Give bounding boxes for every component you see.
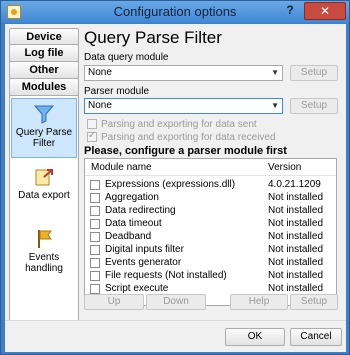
parse-sent-option[interactable]: Parsing and exporting for data sent <box>87 119 257 131</box>
module-checkbox[interactable] <box>90 180 100 190</box>
parse-received-checkbox[interactable] <box>87 130 97 143</box>
module-checkbox[interactable] <box>90 245 100 255</box>
module-name: Data timeout <box>105 218 162 229</box>
parse-sent-label: Parsing and exporting for data sent <box>101 119 257 130</box>
col-version[interactable]: Version <box>268 159 301 176</box>
module-name: Aggregation <box>105 192 159 203</box>
close-button[interactable]: ✕ <box>304 2 346 20</box>
flag-icon <box>38 230 52 248</box>
list-item[interactable]: Digital inputs filter Not installed <box>85 244 336 256</box>
parser-value: None <box>88 100 112 111</box>
module-name: File requests (Not installed) <box>105 270 227 281</box>
module-version: Not installed <box>268 244 324 255</box>
nav-item-events-handling[interactable]: Events handling <box>11 224 77 284</box>
parse-received-option[interactable]: Parsing and exporting for data received <box>87 130 276 144</box>
parser-label: Parser module <box>84 86 150 97</box>
title-bar: Configuration options ? ✕ <box>1 1 349 23</box>
config-window: Configuration options ? ✕ Device Log fil… <box>0 0 350 355</box>
warning-text: Please, configure a parser module first <box>84 145 287 157</box>
down-button[interactable]: Down <box>146 294 206 310</box>
module-list[interactable]: Module name Version Expressions (express… <box>84 158 337 306</box>
export-icon <box>35 169 53 186</box>
parse-received-label: Parsing and exporting for data received <box>101 132 276 143</box>
list-item[interactable]: Data redirecting Not installed <box>85 205 336 217</box>
data-query-select[interactable]: None ▼ <box>84 65 283 81</box>
module-setup-button[interactable]: Setup <box>290 294 338 310</box>
module-name: Expressions (expressions.dll) <box>105 179 236 190</box>
module-version: Not installed <box>268 218 324 229</box>
list-item[interactable]: Expressions (expressions.dll) 4.0.21.1209 <box>85 179 336 191</box>
list-item[interactable]: Events generator Not installed <box>85 257 336 269</box>
module-version: Not installed <box>268 231 324 242</box>
nav-item-label: Data export <box>18 190 70 201</box>
module-version: Not installed <box>268 192 324 203</box>
funnel-icon <box>33 105 55 124</box>
dialog-client: Device Log file Other Modules Query Pars… <box>5 24 346 352</box>
module-name: Deadband <box>105 231 152 242</box>
module-name: Digital inputs filter <box>105 244 184 255</box>
list-item[interactable]: Data timeout Not installed <box>85 218 336 230</box>
divider <box>5 320 346 321</box>
module-checkbox[interactable] <box>90 258 100 268</box>
ok-button[interactable]: OK <box>225 328 285 346</box>
module-checkbox[interactable] <box>90 219 100 229</box>
parser-select[interactable]: None ▼ <box>84 98 283 114</box>
module-checkbox[interactable] <box>90 206 100 216</box>
list-header: Module name Version <box>85 159 336 176</box>
chevron-down-icon: ▼ <box>271 68 279 77</box>
nav-other-button[interactable]: Other <box>9 61 79 79</box>
parse-sent-checkbox[interactable] <box>87 119 97 130</box>
data-query-setup-button[interactable]: Setup <box>290 65 338 81</box>
cancel-button[interactable]: Cancel <box>290 328 342 346</box>
module-checkbox[interactable] <box>90 232 100 242</box>
module-name: Data redirecting <box>105 205 176 216</box>
nav-item-label: Events handling <box>25 252 63 274</box>
nav-item-data-export[interactable]: Data export <box>11 162 77 222</box>
nav-log-file-button[interactable]: Log file <box>9 44 79 62</box>
module-checkbox[interactable] <box>90 193 100 203</box>
module-version: 4.0.21.1209 <box>268 179 321 190</box>
modules-nav-panel: Query Parse Filter Data export Events ha… <box>9 95 79 321</box>
page-title: Query Parse Filter <box>84 28 222 47</box>
module-version: Not installed <box>268 270 324 281</box>
data-query-label: Data query module <box>84 52 169 63</box>
module-version: Not installed <box>268 257 324 268</box>
module-version: Not installed <box>268 205 324 216</box>
nav-item-query-parse-filter[interactable]: Query Parse Filter <box>11 98 77 158</box>
help-title-button[interactable]: ? <box>281 3 299 19</box>
module-checkbox[interactable] <box>90 284 100 294</box>
nav-modules-button[interactable]: Modules <box>9 78 79 96</box>
nav-item-label: Query Parse Filter <box>15 127 73 149</box>
help-button[interactable]: Help <box>230 294 288 310</box>
module-checkbox[interactable] <box>90 271 100 281</box>
col-module-name[interactable]: Module name <box>91 159 152 176</box>
list-item[interactable]: Aggregation Not installed <box>85 192 336 204</box>
parser-setup-button[interactable]: Setup <box>290 98 338 114</box>
chevron-down-icon: ▼ <box>271 101 279 110</box>
list-item[interactable]: File requests (Not installed) Not install… <box>85 270 336 282</box>
up-button[interactable]: Up <box>84 294 144 310</box>
module-name: Events generator <box>105 257 182 268</box>
data-query-value: None <box>88 67 112 78</box>
list-item[interactable]: Deadband Not installed <box>85 231 336 243</box>
